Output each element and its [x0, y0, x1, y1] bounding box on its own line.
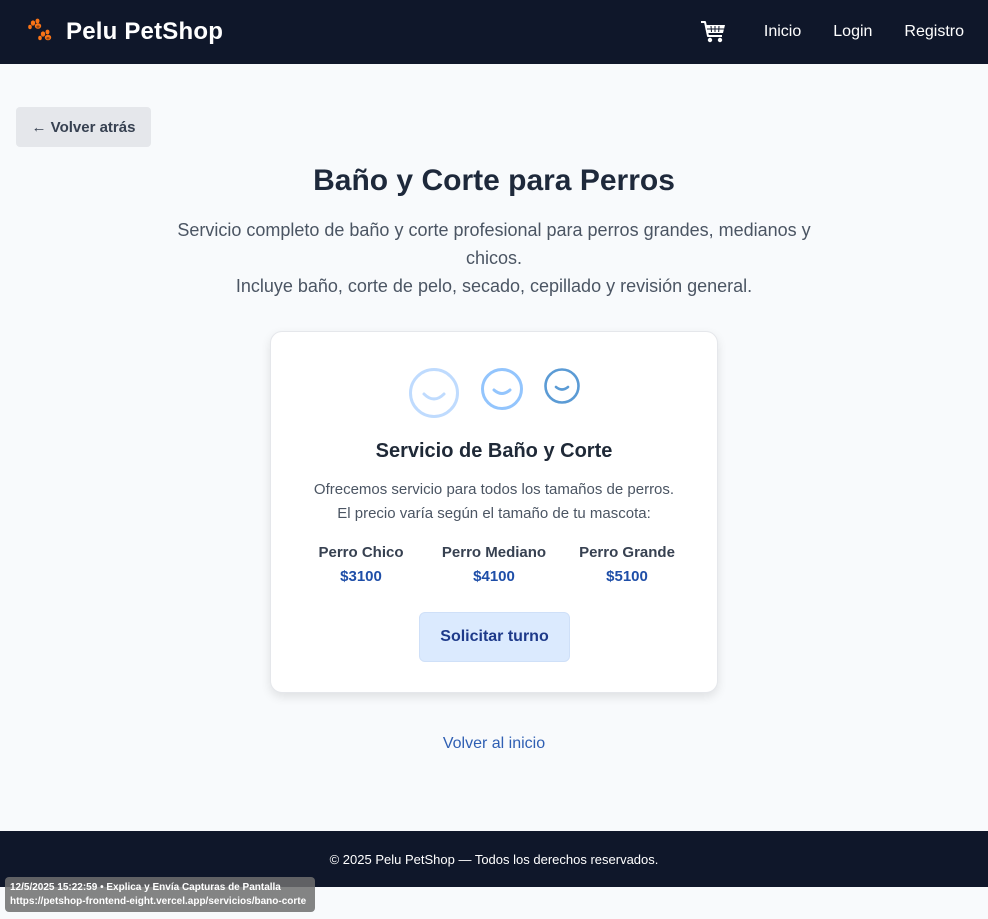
- card-description: Ofrecemos servicio para todos los tamaño…: [271, 478, 717, 526]
- description-line-2: Incluye baño, corte de pelo, secado, cep…: [235, 276, 753, 296]
- service-card: Servicio de Baño y Corte Ofrecemos servi…: [270, 331, 718, 693]
- nav-link-registro[interactable]: Registro: [904, 23, 964, 41]
- overlay-line-1: 12/5/2025 15:22:59 • Explica y Envía Cap…: [10, 882, 281, 893]
- price-name: Perro Mediano: [441, 544, 547, 561]
- price-item-chico: Perro Chico $3100: [295, 542, 428, 590]
- price-item-mediano: Perro Mediano $4100: [428, 542, 561, 590]
- size-icons: [271, 364, 717, 424]
- nav-link-inicio[interactable]: Inicio: [764, 23, 801, 41]
- price-name: Perro Chico: [318, 544, 404, 561]
- screenshot-timestamp-overlay: 12/5/2025 15:22:59 • Explica y Envía Cap…: [5, 877, 315, 912]
- smile-face-icon: [409, 368, 459, 418]
- price-name: Perro Grande: [579, 544, 675, 561]
- top-navbar: Pelu PetShop Inicio Login Registro: [0, 0, 988, 64]
- price-value: $5100: [606, 568, 648, 585]
- overlay-line-2: https://petshop-frontend-eight.vercel.ap…: [10, 896, 307, 907]
- footer-text: © 2025 Pelu PetShop — Todos los derechos…: [329, 851, 659, 867]
- nav-link-login[interactable]: Login: [833, 23, 872, 41]
- smile-face-icon: [481, 368, 523, 410]
- page-title: Baño y Corte para Perros: [313, 164, 675, 197]
- price-list: Perro Chico $3100 Perro Mediano $4100 Pe…: [271, 542, 717, 590]
- back-button[interactable]: ← Volver atrás: [16, 107, 151, 147]
- smile-face-icon: [544, 368, 580, 404]
- price-value: $4100: [473, 568, 515, 585]
- card-title: Servicio de Baño y Corte: [375, 440, 613, 462]
- brand[interactable]: Pelu PetShop: [26, 17, 223, 47]
- page-description: Servicio completo de baño y corte profes…: [170, 216, 818, 300]
- brand-name: Pelu PetShop: [66, 18, 224, 45]
- cart-icon[interactable]: [700, 18, 728, 46]
- description-line-1: Servicio completo de baño y corte profes…: [177, 220, 811, 268]
- price-item-grande: Perro Grande $5100: [561, 542, 694, 590]
- card-desc-line-1: Ofrecemos servicio para todos los tamaño…: [313, 481, 675, 498]
- price-value: $3100: [340, 568, 382, 585]
- card-desc-line-2: El precio varía según el tamaño de tu ma…: [337, 505, 651, 522]
- nav-links: Inicio Login Registro: [700, 18, 964, 46]
- request-appointment-button[interactable]: Solicitar turno: [419, 612, 570, 662]
- back-home-link[interactable]: Volver al inicio: [0, 735, 988, 753]
- paw-icon: [28, 18, 52, 41]
